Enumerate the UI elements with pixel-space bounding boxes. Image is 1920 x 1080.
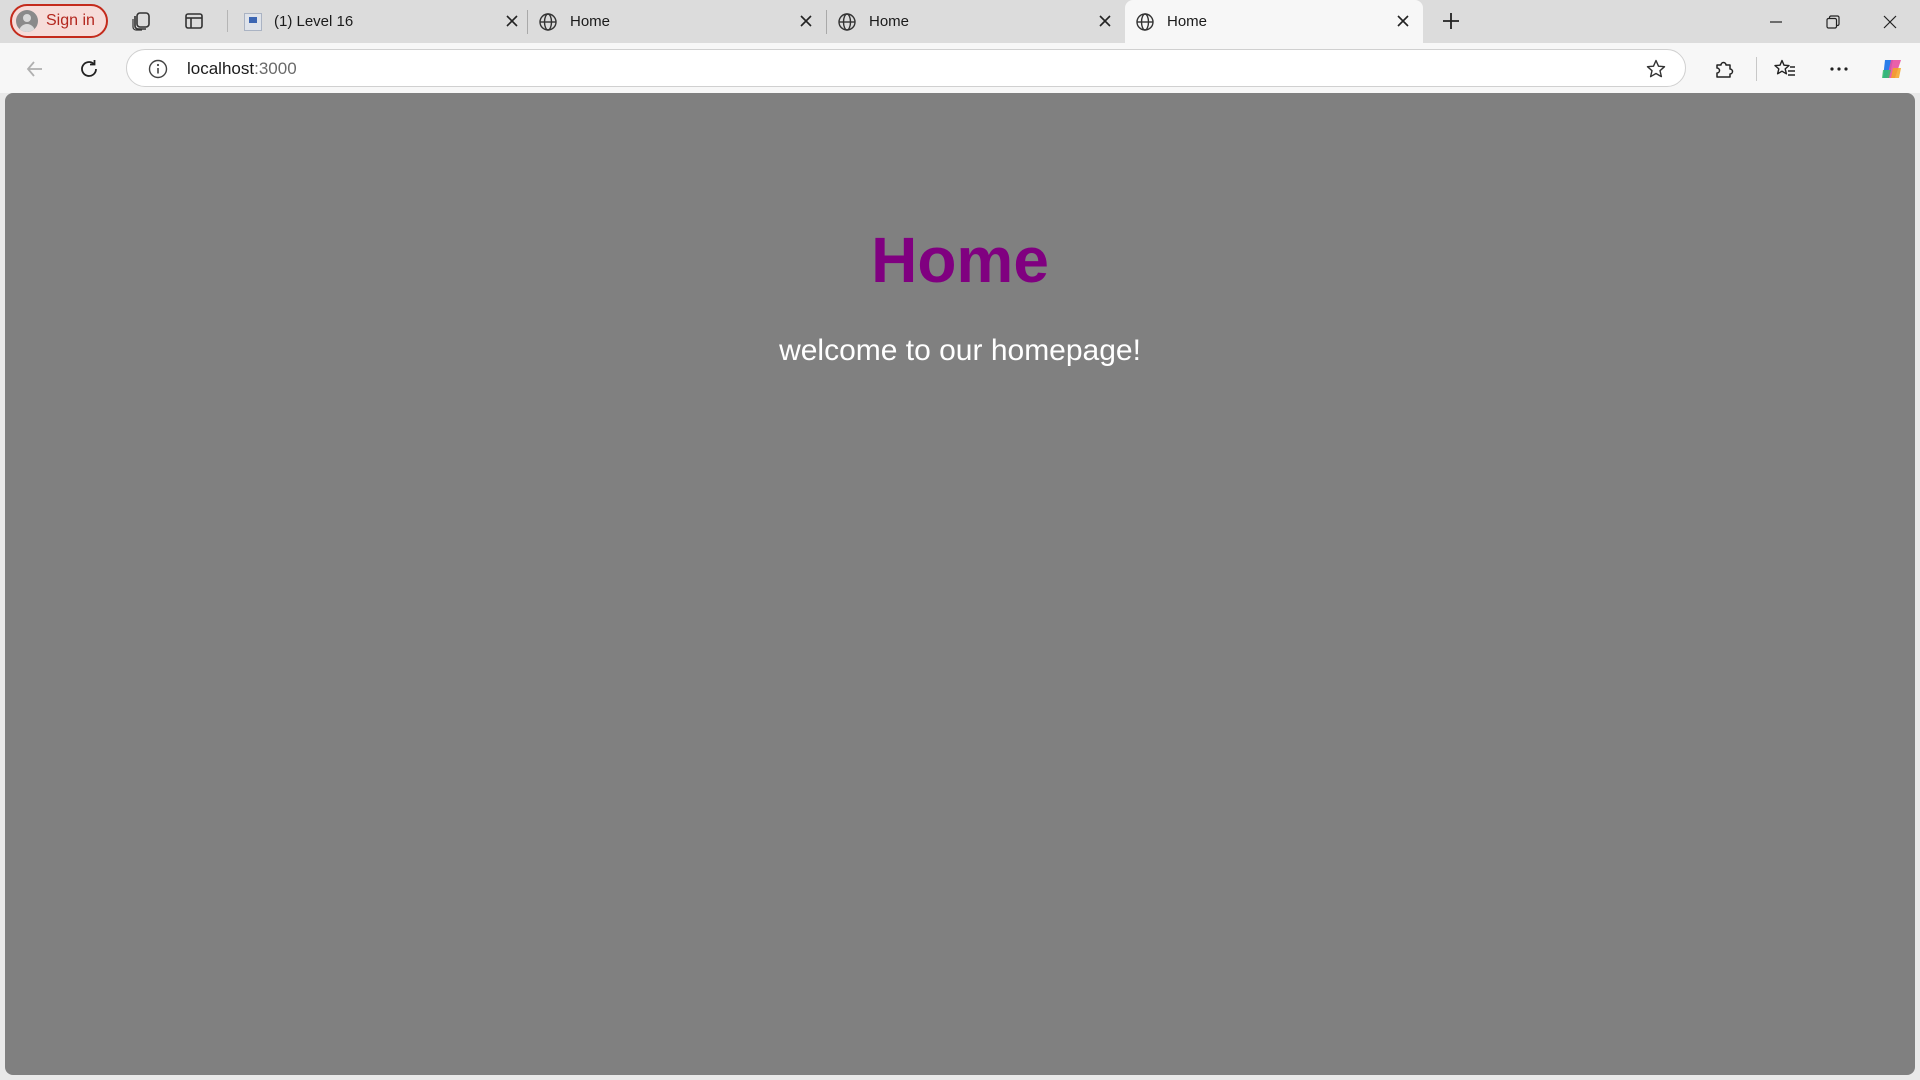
tab-title: Home	[570, 13, 611, 30]
favorites-button[interactable]	[1768, 52, 1802, 86]
site-info-icon[interactable]	[147, 58, 169, 80]
restore-button[interactable]	[1805, 0, 1861, 43]
tab-strip: Sign in (1) Level 16 Home Home Home	[0, 0, 1920, 43]
tab-close-button[interactable]	[796, 11, 816, 31]
refresh-icon	[81, 60, 97, 77]
workspaces-icon	[132, 12, 150, 31]
globe-icon	[1136, 12, 1154, 31]
vertical-tabs-button[interactable]	[178, 6, 210, 36]
restore-icon	[1826, 14, 1840, 29]
toolbar-divider	[1756, 57, 1757, 81]
profile-avatar-icon	[16, 10, 38, 32]
url-host: localhost	[187, 59, 255, 78]
tab-title: Home	[1167, 13, 1208, 30]
tab-level-16[interactable]: (1) Level 16	[234, 0, 532, 43]
globe-icon	[539, 12, 557, 31]
more-dots-icon	[1830, 67, 1848, 71]
tab-close-button[interactable]	[1393, 11, 1413, 31]
page-title: Home	[871, 224, 1049, 296]
address-url[interactable]: localhost:3000	[187, 59, 297, 79]
settings-more-button[interactable]	[1822, 52, 1856, 86]
tab-home-active[interactable]: Home	[1125, 0, 1423, 43]
close-icon	[1883, 15, 1897, 28]
refresh-button[interactable]	[72, 52, 106, 86]
close-icon	[1397, 15, 1409, 27]
browser-window: Sign in (1) Level 16 Home Home Home loca…	[0, 0, 1920, 1080]
back-arrow-icon	[26, 61, 42, 77]
close-icon	[506, 15, 518, 27]
favorite-star-icon[interactable]	[1645, 58, 1667, 80]
tab-close-button[interactable]	[1095, 11, 1115, 31]
workspaces-button[interactable]	[125, 6, 157, 36]
tab-close-button[interactable]	[502, 11, 522, 31]
puzzle-icon	[1716, 61, 1734, 78]
tab-home-2[interactable]: Home	[827, 0, 1125, 43]
tab-title: Home	[869, 13, 910, 30]
welcome-text: welcome to our homepage!	[779, 334, 1141, 367]
favorites-list-icon	[1774, 59, 1795, 76]
tab-actions-icon	[185, 13, 203, 29]
address-bar[interactable]: localhost:3000	[126, 49, 1686, 87]
new-tab-button[interactable]	[1435, 6, 1467, 36]
close-icon	[1099, 15, 1111, 27]
copilot-button[interactable]	[1875, 52, 1909, 86]
close-window-button[interactable]	[1862, 0, 1918, 43]
url-port: :3000	[254, 59, 297, 78]
sign-in-label: Sign in	[46, 12, 95, 29]
app-favicon-icon	[244, 12, 262, 31]
plus-icon	[1443, 13, 1459, 29]
tab-home-1[interactable]: Home	[528, 0, 826, 43]
tab-title: (1) Level 16	[274, 13, 354, 30]
back-button[interactable]	[18, 52, 52, 86]
sign-in-button[interactable]: Sign in	[10, 4, 108, 38]
minimize-button[interactable]	[1748, 0, 1804, 43]
extensions-button[interactable]	[1707, 52, 1741, 86]
page-viewport: Home welcome to our homepage!	[5, 93, 1915, 1075]
minimize-icon	[1770, 20, 1782, 23]
browser-toolbar: localhost:3000	[0, 43, 1920, 93]
copilot-icon	[1882, 60, 1901, 78]
close-icon	[800, 15, 812, 27]
tab-strip-divider	[227, 10, 228, 32]
globe-icon	[838, 12, 856, 31]
